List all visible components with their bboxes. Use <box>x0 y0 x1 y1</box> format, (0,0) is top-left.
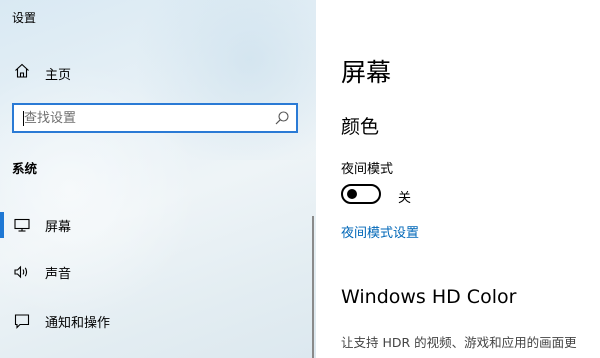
page-title: 屏幕 <box>341 58 392 87</box>
hd-color-heading: Windows HD Color <box>341 286 517 308</box>
sidebar-item-label: 声音 <box>45 266 72 282</box>
sidebar: 设置 主页 系统 <box>0 0 316 358</box>
sidebar-item-display[interactable]: 屏幕 <box>0 209 316 241</box>
night-light-settings-link[interactable]: 夜间模式设置 <box>341 222 419 241</box>
sidebar-item-notifications[interactable]: 通知和操作 <box>0 305 316 337</box>
notification-icon <box>13 312 31 330</box>
sidebar-item-label: 屏幕 <box>45 219 72 235</box>
app-title: 设置 <box>12 11 37 25</box>
speaker-icon <box>13 263 31 281</box>
toggle-knob <box>347 189 357 199</box>
night-light-state: 关 <box>398 191 412 206</box>
monitor-icon <box>13 216 31 234</box>
home-nav-item[interactable]: 主页 <box>13 60 71 86</box>
home-label: 主页 <box>45 67 72 83</box>
night-light-toggle[interactable] <box>341 184 381 204</box>
sidebar-item-label: 通知和操作 <box>45 315 111 331</box>
sidebar-item-sound[interactable]: 声音 <box>0 256 316 288</box>
sidebar-scrollbar[interactable] <box>312 216 314 358</box>
main-content: 屏幕 颜色 夜间模式 关 夜间模式设置 Windows HD Color 让支持… <box>316 0 600 358</box>
home-icon <box>13 62 31 84</box>
text-caret <box>23 111 24 126</box>
selection-indicator <box>0 212 4 238</box>
section-label-system: 系统 <box>12 161 38 176</box>
color-section-heading: 颜色 <box>341 116 380 138</box>
hd-color-description: 让支持 HDR 的视频、游戏和应用的画面更 <box>341 335 577 350</box>
search-input[interactable] <box>14 105 264 131</box>
search-box[interactable] <box>12 103 298 133</box>
night-light-label: 夜间模式 <box>341 162 394 177</box>
settings-window: 设置 主页 系统 <box>0 0 600 358</box>
search-icon[interactable] <box>274 110 290 126</box>
